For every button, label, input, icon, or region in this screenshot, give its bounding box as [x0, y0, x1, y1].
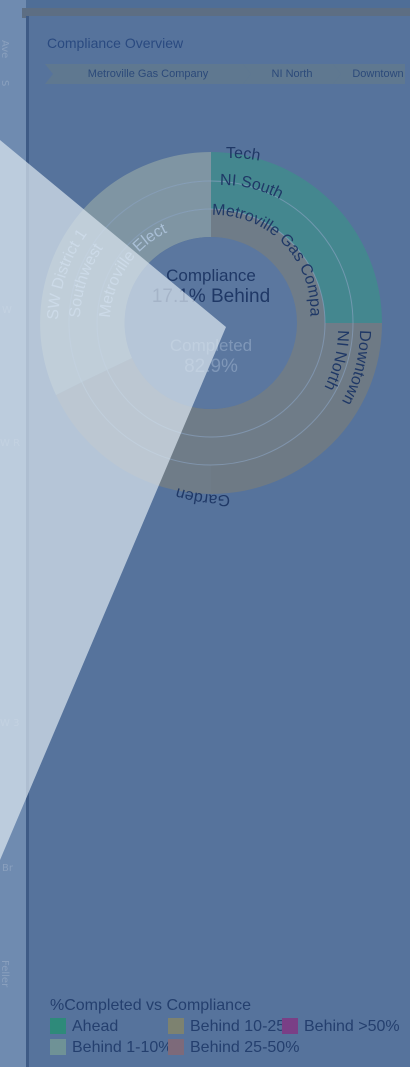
- center-completed-value: 82.9%: [184, 356, 238, 377]
- legend-swatch: [50, 1039, 66, 1055]
- center-hole[interactable]: [125, 237, 297, 409]
- legend-swatch: [168, 1018, 184, 1034]
- sunburst-chart: Tech NI South Metroville Gas Company Dow…: [26, 16, 382, 508]
- legend-swatch: [168, 1039, 184, 1055]
- legend-swatch: [282, 1018, 298, 1034]
- map-street-label: W R: [0, 438, 21, 449]
- map-street-label: Feller Rd: [0, 960, 10, 988]
- legend-swatch: [50, 1018, 66, 1034]
- label-tech: Tech: [226, 145, 262, 165]
- legend-item-behind-10-25: Behind 10-25%: [168, 1017, 299, 1037]
- legend-item-behind-1-10: Behind 1-10%: [50, 1038, 173, 1058]
- map-background[interactable]: S Illinois Ave W W R W 3 Br Feller Rd: [0, 0, 26, 1067]
- legend-item-behind-25-50: Behind 25-50%: [168, 1038, 299, 1058]
- legend: %Completed vs Compliance Ahead Behind 1-…: [50, 997, 410, 1056]
- map-street-label: Ave: [0, 40, 10, 59]
- map-street-label: W: [2, 305, 12, 316]
- map-street-label: Br: [2, 863, 13, 874]
- center-compliance-value: 17.1% Behind: [152, 286, 270, 307]
- map-street-label: W 3: [0, 718, 20, 729]
- center-completed-label: Completed: [170, 336, 252, 355]
- legend-title: %Completed vs Compliance: [50, 997, 251, 1014]
- legend-item-ahead: Ahead: [50, 1017, 118, 1037]
- legend-item-behind-50-plus: Behind >50%: [282, 1017, 400, 1037]
- center-compliance-label: Compliance: [166, 266, 256, 285]
- map-street-label: S Illinois: [0, 80, 10, 87]
